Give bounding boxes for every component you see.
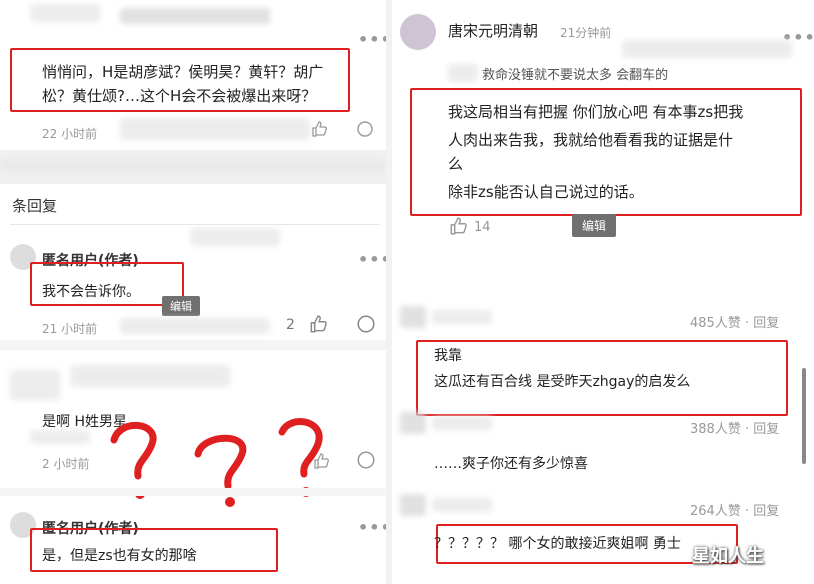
comment-icon[interactable] [356, 314, 376, 334]
replies-header: 条回复 [12, 197, 58, 215]
post-text-line: 么 [448, 155, 464, 173]
post-text-line: 除非zs能否认自己说过的话。 [448, 183, 644, 201]
edit-tag: 编辑 [162, 296, 200, 316]
comment-text-line: 悄悄问，H是胡彦斌？侯明昊？黄轩？胡广 [42, 63, 324, 81]
more-options-icon[interactable]: ••• [358, 30, 386, 49]
watermark: 星如人生 [692, 546, 764, 567]
left-screenshot-panel: ••• 悄悄问，H是胡彦斌？侯明昊？黄轩？胡广 松？黄仕颂?…这个H会不会被爆出… [0, 0, 386, 584]
post-text-line: 人肉出来告我，我就给他看看我的证据是什 [448, 131, 734, 149]
more-options-icon[interactable]: ••• [358, 250, 386, 269]
comment-icon[interactable] [356, 450, 376, 470]
comment-text: ……爽子你还有多少惊喜 [434, 456, 588, 472]
scrollbar[interactable] [802, 368, 806, 464]
comment-time: 2 小时前 [42, 457, 90, 471]
post-author[interactable]: 唐宋元明清朝 [448, 20, 538, 41]
right-screenshot-panel: 唐宋元明清朝 21分钟前 ••• 救命没锤就不要说太多 会翻车的 我这局相当有把… [392, 0, 814, 584]
comment-like-reply[interactable]: 264人赞 · 回复 [690, 500, 779, 519]
comment-text-line: 这瓜还有百合线 是受昨天zhgay的启发么 [434, 374, 691, 390]
reply-text: 我不会告诉你。 [42, 284, 140, 300]
like-count: 2 [286, 317, 295, 333]
thumb-up-icon[interactable] [308, 314, 328, 334]
post-time: 21分钟前 [560, 26, 612, 40]
thumb-up-icon[interactable] [448, 216, 468, 236]
avatar[interactable] [400, 14, 436, 50]
like-count: 14 [474, 220, 491, 235]
more-options-icon[interactable]: ••• [358, 518, 386, 537]
edit-tag: 编辑 [572, 214, 617, 237]
comment-text: ？？？？？ 哪个女的敢接近爽姐啊 勇士 [434, 536, 681, 552]
comment-text-line: 松？黄仕颂?…这个H会不会被爆出来呀？ [42, 87, 317, 105]
comment-time: 22 小时前 [42, 127, 98, 141]
thumb-up-icon[interactable] [310, 120, 328, 138]
comment-text-line: 我靠 [434, 348, 462, 364]
comment-icon[interactable] [356, 120, 374, 138]
reply-time: 21 小时前 [42, 322, 98, 336]
comment-like-reply[interactable]: 485人赞 · 回复 [690, 312, 779, 331]
reply-text: 是，但是zs也有女的那啥 [42, 548, 197, 564]
comment-like-reply[interactable]: 388人赞 · 回复 [690, 418, 779, 437]
post-text-line: 我这局相当有把握 你们放心吧 有本事zs把我 [448, 103, 744, 121]
quoted-reply: 救命没锤就不要说太多 会翻车的 [482, 68, 669, 83]
